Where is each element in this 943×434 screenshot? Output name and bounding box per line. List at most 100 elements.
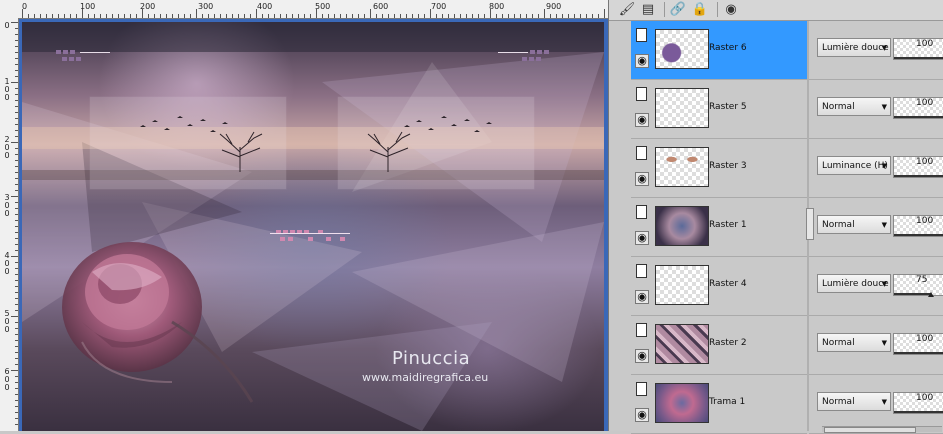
eye-icon[interactable]: ◉ — [635, 172, 649, 186]
ruler-tick — [262, 14, 263, 18]
opacity-slider[interactable] — [894, 233, 943, 236]
eye-icon[interactable]: ◉ — [635, 113, 649, 127]
opacity-slider[interactable] — [894, 115, 943, 118]
ruler-tick — [15, 388, 18, 389]
slider-caret-icon[interactable] — [927, 292, 934, 297]
eye-icon[interactable]: ◉ — [635, 290, 649, 304]
blend-mode-select[interactable]: Luminance (H) ▼ — [817, 156, 891, 175]
blend-cell: Normal ▼ 100 — [809, 80, 943, 139]
ruler-tick — [15, 376, 18, 377]
blend-mode-value: Normal — [822, 397, 855, 407]
ruler-tick — [15, 214, 18, 215]
ruler-tick — [15, 412, 18, 413]
mask-icon[interactable]: ▤ — [639, 1, 657, 18]
layer-row[interactable]: ◉ Raster 1 Normal ▼ 100 — [609, 198, 943, 257]
opacity-field[interactable]: 100 — [893, 97, 943, 119]
ruler-tick — [532, 14, 533, 18]
ruler-top-label: 600 — [373, 2, 389, 11]
opacity-field[interactable]: 100 — [893, 215, 943, 237]
globe-icon[interactable]: ◉ — [722, 1, 740, 18]
brush-icon[interactable]: 🖌 — [618, 1, 636, 18]
ruler-tick — [484, 14, 485, 18]
ruler-tick — [508, 14, 509, 18]
ruler-tick — [82, 9, 83, 18]
ruler-tick — [100, 14, 101, 18]
eye-icon[interactable]: ◉ — [635, 54, 649, 68]
blend-mode-select[interactable]: Normal ▼ — [817, 97, 891, 116]
scrollbar-thumb[interactable] — [824, 427, 916, 433]
ruler-tick — [15, 172, 18, 173]
ruler-tick — [15, 226, 18, 227]
layer-name-cell[interactable]: ◉ Trama 1 — [631, 375, 807, 434]
blend-mode-select[interactable]: Normal ▼ — [817, 215, 891, 234]
lock-icon[interactable]: 🔒 — [691, 1, 709, 18]
ruler-tick — [604, 9, 605, 18]
blend-mode-select[interactable]: Lumière douce ▼ — [817, 38, 891, 57]
blend-mode-select[interactable]: Lumière douce ▼ — [817, 274, 891, 293]
layer-name-cell[interactable]: ◉ Raster 6 — [631, 21, 807, 80]
ruler-tick — [15, 184, 18, 185]
page-icon[interactable] — [636, 146, 647, 160]
splitter-handle[interactable] — [806, 208, 814, 240]
eye-icon[interactable]: ◉ — [635, 349, 649, 363]
horizontal-scrollbar[interactable] — [822, 426, 942, 433]
ruler-tick — [226, 14, 227, 18]
chevron-down-icon: ▼ — [881, 103, 887, 111]
blend-mode-select[interactable]: Normal ▼ — [817, 392, 891, 411]
opacity-slider[interactable] — [894, 292, 943, 297]
page-icon[interactable] — [636, 382, 647, 396]
ruler-top-label: 300 — [198, 2, 214, 11]
ruler-tick — [15, 364, 18, 365]
layer-row[interactable]: ◉ Raster 4 Lumière douce ▼ 75 — [609, 257, 943, 316]
blend-mode-select[interactable]: Normal ▼ — [817, 333, 891, 352]
layer-name-cell[interactable]: ◉ Raster 5 — [631, 80, 807, 139]
page-icon[interactable] — [636, 87, 647, 101]
ruler-tick — [15, 328, 18, 329]
opacity-field[interactable]: 100 — [893, 392, 943, 414]
opacity-slider[interactable] — [894, 56, 943, 59]
layer-name: Trama 1 — [709, 397, 746, 407]
ruler-tick — [15, 334, 18, 335]
ruler-tick — [244, 14, 245, 18]
ruler-tick — [15, 124, 18, 125]
opacity-field[interactable]: 100 — [893, 333, 943, 355]
layer-row[interactable]: ◉ Raster 3 Luminance (H) ▼ 100 — [609, 139, 943, 198]
page-icon[interactable] — [636, 264, 647, 278]
ruler-tick — [214, 14, 215, 18]
ruler-tick — [340, 14, 341, 18]
layer-name-cell[interactable]: ◉ Raster 1 — [631, 198, 807, 257]
page-icon[interactable] — [636, 28, 647, 42]
ruler-tick — [11, 256, 18, 257]
ruler-top-label: 700 — [431, 2, 447, 11]
dark-band — [22, 22, 604, 52]
page-icon[interactable] — [636, 205, 647, 219]
opacity-field[interactable]: 75 — [893, 274, 943, 297]
eye-icon[interactable]: ◉ — [635, 408, 649, 422]
page-icon[interactable] — [636, 323, 647, 337]
ruler-tick — [15, 100, 18, 101]
ruler-tick — [15, 274, 18, 275]
opacity-field[interactable]: 100 — [893, 38, 943, 60]
layer-row[interactable]: ◉ Raster 5 Normal ▼ 100 — [609, 80, 943, 139]
ruler-tick — [34, 14, 35, 18]
ruler-tick — [406, 14, 407, 18]
opacity-slider[interactable] — [894, 410, 943, 413]
ruler-tick — [76, 14, 77, 18]
opacity-slider[interactable] — [894, 351, 943, 354]
layer-row[interactable]: ◉ Raster 6 Lumière douce ▼ 100 — [609, 21, 943, 80]
opacity-field[interactable]: 100 — [893, 156, 943, 178]
ruler-tick — [286, 14, 287, 18]
layer-thumbnail — [655, 147, 709, 187]
link-icon[interactable]: 🔗 — [669, 1, 687, 18]
ruler-tick — [106, 14, 107, 18]
layer-row[interactable]: ◉ Raster 2 Normal ▼ 100 — [609, 316, 943, 375]
layer-name-cell[interactable]: ◉ Raster 3 — [631, 139, 807, 198]
layer-name-cell[interactable]: ◉ Raster 2 — [631, 316, 807, 375]
image-canvas[interactable]: Pinuccia www.maidiregrafica.eu — [22, 22, 604, 431]
ruler-tick — [418, 14, 419, 18]
opacity-fill — [894, 175, 943, 177]
ruler-top-label: 500 — [315, 2, 331, 11]
eye-icon[interactable]: ◉ — [635, 231, 649, 245]
layer-name-cell[interactable]: ◉ Raster 4 — [631, 257, 807, 316]
opacity-slider[interactable] — [894, 174, 943, 177]
